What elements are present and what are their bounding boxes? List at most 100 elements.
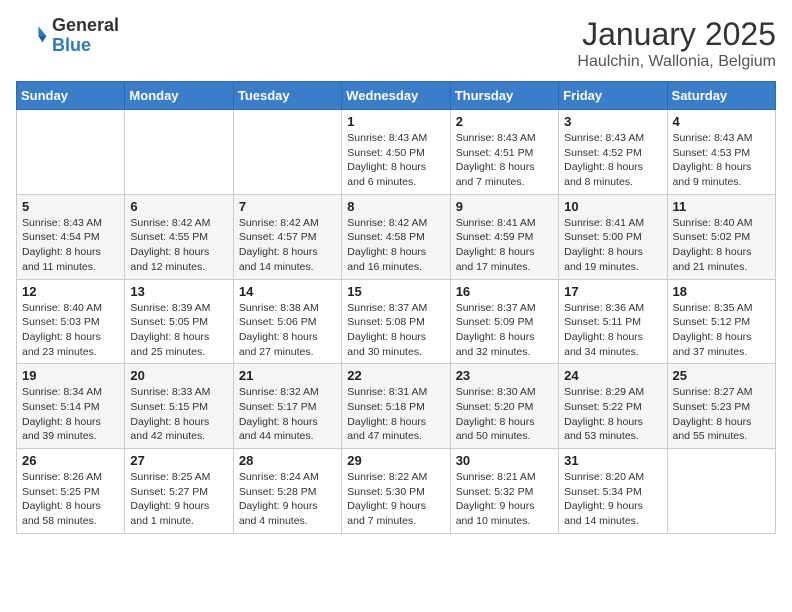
calendar-cell: 16Sunrise: 8:37 AM Sunset: 5:09 PM Dayli… xyxy=(450,279,558,364)
day-info: Sunrise: 8:26 AM Sunset: 5:25 PM Dayligh… xyxy=(22,470,119,529)
day-number: 7 xyxy=(239,199,336,214)
day-info: Sunrise: 8:40 AM Sunset: 5:02 PM Dayligh… xyxy=(673,216,770,275)
day-number: 9 xyxy=(456,199,553,214)
page-header: General Blue January 2025 Haulchin, Wall… xyxy=(16,16,776,71)
calendar-cell: 29Sunrise: 8:22 AM Sunset: 5:30 PM Dayli… xyxy=(342,449,450,534)
day-info: Sunrise: 8:43 AM Sunset: 4:53 PM Dayligh… xyxy=(673,131,770,190)
calendar-cell: 13 Sunrise: 8:39 AM Sunset: 5:05 PM Dayli… xyxy=(125,279,233,364)
day-number: 14 xyxy=(239,284,336,299)
calendar-cell: 5 Sunrise: 8:43 AM Sunset: 4:54 PM Daylig… xyxy=(17,194,125,279)
day-info: Sunrise: 8:43 AM Sunset: 4:52 PM Dayligh… xyxy=(564,131,661,190)
day-number: 2 xyxy=(456,114,553,129)
day-info: Sunrise: 8:34 AM Sunset: 5:14 PM Dayligh… xyxy=(22,385,119,444)
day-info: Sunrise: 8:42 AM Sunset: 4:57 PM Dayligh… xyxy=(239,216,336,275)
day-info: Sunrise: 8:32 AM Sunset: 5:17 PM Dayligh… xyxy=(239,385,336,444)
day-info: Sunrise: 8:37 AM Sunset: 5:09 PM Dayligh… xyxy=(456,301,553,360)
day-number: 26 xyxy=(22,453,119,468)
day-number: 3 xyxy=(564,114,661,129)
calendar-cell: 10 Sunrise: 8:41 AM Sunset: 5:00 PM Dayli… xyxy=(559,194,667,279)
day-number: 22 xyxy=(347,368,444,383)
day-info: Sunrise: 8:42 AM Sunset: 4:55 PM Dayligh… xyxy=(130,216,227,275)
day-info: Sunrise: 8:41 AM Sunset: 4:59 PM Dayligh… xyxy=(456,216,553,275)
calendar-week-row: 19 Sunrise: 8:34 AM Sunset: 5:14 PM Dayli… xyxy=(17,364,776,449)
weekday-header: Sunday xyxy=(17,82,125,110)
day-number: 18 xyxy=(673,284,770,299)
day-number: 28 xyxy=(239,453,336,468)
day-number: 11 xyxy=(673,199,770,214)
calendar-cell: 30 Sunrise: 8:21 AM Sunset: 5:32 PM Dayli… xyxy=(450,449,558,534)
calendar-cell: 20Sunrise: 8:33 AM Sunset: 5:15 PM Dayli… xyxy=(125,364,233,449)
day-info: Sunrise: 8:21 AM Sunset: 5:32 PM Dayligh… xyxy=(456,470,553,529)
logo-general: General xyxy=(52,15,119,35)
day-number: 23 xyxy=(456,368,553,383)
day-number: 27 xyxy=(130,453,227,468)
day-number: 13 xyxy=(130,284,227,299)
day-number: 15 xyxy=(347,284,444,299)
calendar-cell xyxy=(125,110,233,195)
day-number: 20 xyxy=(130,368,227,383)
calendar-cell: 28 Sunrise: 8:24 AM Sunset: 5:28 PM Dayli… xyxy=(233,449,341,534)
location: Haulchin, Wallonia, Belgium xyxy=(577,53,776,71)
day-number: 4 xyxy=(673,114,770,129)
day-info: Sunrise: 8:38 AM Sunset: 5:06 PM Dayligh… xyxy=(239,301,336,360)
calendar-cell: 31 Sunrise: 8:20 AM Sunset: 5:34 PM Dayli… xyxy=(559,449,667,534)
calendar-cell: 4 Sunrise: 8:43 AM Sunset: 4:53 PM Daylig… xyxy=(667,110,775,195)
calendar-cell: 9 Sunrise: 8:41 AM Sunset: 4:59 PM Daylig… xyxy=(450,194,558,279)
day-info: Sunrise: 8:36 AM Sunset: 5:11 PM Dayligh… xyxy=(564,301,661,360)
day-info: Sunrise: 8:29 AM Sunset: 5:22 PM Dayligh… xyxy=(564,385,661,444)
logo-icon xyxy=(16,20,48,52)
day-info: Sunrise: 8:24 AM Sunset: 5:28 PM Dayligh… xyxy=(239,470,336,529)
day-number: 8 xyxy=(347,199,444,214)
calendar-cell: 26 Sunrise: 8:26 AM Sunset: 5:25 PM Dayli… xyxy=(17,449,125,534)
weekday-header: Wednesday xyxy=(342,82,450,110)
calendar: SundayMondayTuesdayWednesdayThursdayFrid… xyxy=(16,81,776,534)
weekday-header: Thursday xyxy=(450,82,558,110)
weekday-header-row: SundayMondayTuesdayWednesdayThursdayFrid… xyxy=(17,82,776,110)
day-info: Sunrise: 8:43 AM Sunset: 4:50 PM Dayligh… xyxy=(347,131,444,190)
day-info: Sunrise: 8:31 AM Sunset: 5:18 PM Dayligh… xyxy=(347,385,444,444)
calendar-cell: 18 Sunrise: 8:35 AM Sunset: 5:12 PM Dayli… xyxy=(667,279,775,364)
weekday-header: Monday xyxy=(125,82,233,110)
day-number: 6 xyxy=(130,199,227,214)
calendar-cell: 1 Sunrise: 8:43 AM Sunset: 4:50 PM Daylig… xyxy=(342,110,450,195)
logo-text: General Blue xyxy=(52,16,119,56)
logo: General Blue xyxy=(16,16,119,56)
day-info: Sunrise: 8:20 AM Sunset: 5:34 PM Dayligh… xyxy=(564,470,661,529)
calendar-cell: 8Sunrise: 8:42 AM Sunset: 4:58 PM Daylig… xyxy=(342,194,450,279)
calendar-week-row: 1 Sunrise: 8:43 AM Sunset: 4:50 PM Daylig… xyxy=(17,110,776,195)
day-number: 10 xyxy=(564,199,661,214)
logo-blue: Blue xyxy=(52,35,91,55)
day-info: Sunrise: 8:43 AM Sunset: 4:54 PM Dayligh… xyxy=(22,216,119,275)
calendar-week-row: 26 Sunrise: 8:26 AM Sunset: 5:25 PM Dayli… xyxy=(17,449,776,534)
calendar-cell: 25Sunrise: 8:27 AM Sunset: 5:23 PM Dayli… xyxy=(667,364,775,449)
title-block: January 2025 Haulchin, Wallonia, Belgium xyxy=(577,16,776,71)
calendar-week-row: 5 Sunrise: 8:43 AM Sunset: 4:54 PM Daylig… xyxy=(17,194,776,279)
day-info: Sunrise: 8:22 AM Sunset: 5:30 PM Dayligh… xyxy=(347,470,444,529)
day-number: 21 xyxy=(239,368,336,383)
calendar-week-row: 12 Sunrise: 8:40 AM Sunset: 5:03 PM Dayli… xyxy=(17,279,776,364)
day-number: 1 xyxy=(347,114,444,129)
calendar-cell: 2 Sunrise: 8:43 AM Sunset: 4:51 PM Daylig… xyxy=(450,110,558,195)
month-title: January 2025 xyxy=(577,16,776,53)
weekday-header: Friday xyxy=(559,82,667,110)
day-number: 30 xyxy=(456,453,553,468)
calendar-cell: 6 Sunrise: 8:42 AM Sunset: 4:55 PM Daylig… xyxy=(125,194,233,279)
calendar-cell xyxy=(667,449,775,534)
day-number: 12 xyxy=(22,284,119,299)
calendar-cell: 14 Sunrise: 8:38 AM Sunset: 5:06 PM Dayli… xyxy=(233,279,341,364)
calendar-cell: 19 Sunrise: 8:34 AM Sunset: 5:14 PM Dayli… xyxy=(17,364,125,449)
calendar-cell: 22 Sunrise: 8:31 AM Sunset: 5:18 PM Dayli… xyxy=(342,364,450,449)
day-info: Sunrise: 8:35 AM Sunset: 5:12 PM Dayligh… xyxy=(673,301,770,360)
day-number: 5 xyxy=(22,199,119,214)
day-number: 31 xyxy=(564,453,661,468)
calendar-cell: 24Sunrise: 8:29 AM Sunset: 5:22 PM Dayli… xyxy=(559,364,667,449)
day-number: 19 xyxy=(22,368,119,383)
day-info: Sunrise: 8:39 AM Sunset: 5:05 PM Dayligh… xyxy=(130,301,227,360)
calendar-cell: 23Sunrise: 8:30 AM Sunset: 5:20 PM Dayli… xyxy=(450,364,558,449)
day-info: Sunrise: 8:41 AM Sunset: 5:00 PM Dayligh… xyxy=(564,216,661,275)
day-info: Sunrise: 8:43 AM Sunset: 4:51 PM Dayligh… xyxy=(456,131,553,190)
day-info: Sunrise: 8:40 AM Sunset: 5:03 PM Dayligh… xyxy=(22,301,119,360)
day-number: 17 xyxy=(564,284,661,299)
weekday-header: Saturday xyxy=(667,82,775,110)
day-number: 25 xyxy=(673,368,770,383)
